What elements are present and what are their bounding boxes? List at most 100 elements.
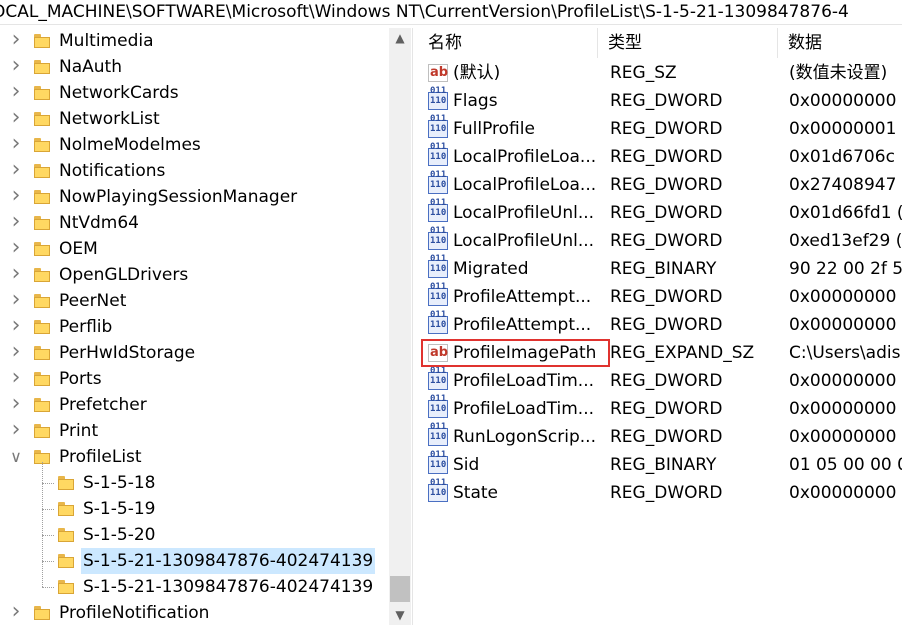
tree-key[interactable]: › Multimedia [0, 28, 388, 54]
chevron-right-icon[interactable]: › [8, 210, 24, 236]
chevron-right-icon[interactable]: › [8, 262, 24, 288]
value-row[interactable]: 011 110 Migrated REG_BINARY 90 22 00 2f 5 [418, 254, 902, 283]
value-data: 90 22 00 2f 5 [789, 259, 902, 279]
value-name: LocalProfileLoa... [453, 147, 597, 167]
value-row[interactable]: 011 110 ProfileLoadTim... REG_DWORD 0x00000… [418, 394, 902, 423]
chevron-right-icon[interactable]: › [8, 54, 24, 80]
tree-key-label: NaAuth [59, 57, 122, 77]
folder-icon [34, 268, 50, 282]
values-list: 名称 类型 数据 ab (默认) REG_SZ (数值未设置) 011 110 Flags… [418, 28, 902, 625]
value-name: ProfileAttempt... [453, 315, 592, 335]
folder-icon [34, 320, 50, 334]
chevron-right-icon[interactable]: › [8, 340, 24, 366]
tree-key[interactable]: › NaAuth [0, 54, 388, 80]
chevron-right-icon[interactable]: › [8, 418, 24, 444]
folder-icon [34, 164, 50, 178]
chevron-right-icon[interactable]: › [8, 600, 24, 625]
chevron-right-icon[interactable]: › [8, 106, 24, 132]
tree-subkey[interactable]: S-1-5-21-1309847876-402474139 [0, 574, 388, 600]
tree-key[interactable]: › Print [0, 418, 388, 444]
chevron-right-icon[interactable]: › [8, 184, 24, 210]
value-type: REG_DWORD [610, 203, 723, 223]
value-data: 0x00000000 [789, 315, 897, 335]
value-row[interactable]: 011 110 LocalProfileLoa... REG_DWORD 0x2740… [418, 170, 902, 199]
folder-icon [58, 502, 74, 516]
icon-glyph: 011 110 [430, 198, 447, 218]
tree-subkey[interactable]: S-1-5-18 [0, 470, 388, 496]
value-row[interactable]: 011 110 LocalProfileLoa... REG_DWORD 0x01d6… [418, 142, 902, 171]
chevron-right-icon[interactable]: › [8, 314, 24, 340]
pane-splitter[interactable] [412, 28, 417, 625]
column-header-name[interactable]: 名称 [418, 28, 598, 58]
tree-key[interactable]: › NowPlayingSessionManager [0, 184, 388, 210]
tree-key[interactable]: › PerHwIdStorage [0, 340, 388, 366]
value-row[interactable]: 011 110 ProfileLoadTim... REG_DWORD 0x00000… [418, 366, 902, 395]
tree-subkey[interactable]: S-1-5-20 [0, 522, 388, 548]
tree-key[interactable]: › NtVdm64 [0, 210, 388, 236]
tree-key[interactable]: › ProfileNotification [0, 600, 388, 625]
value-name: Flags [453, 91, 498, 111]
chevron-right-icon[interactable]: › [8, 158, 24, 184]
tree-key-label: S-1-5-19 [83, 499, 156, 519]
folder-icon [34, 112, 50, 126]
value-row[interactable]: ab (默认) REG_SZ (数值未设置) [418, 59, 902, 87]
value-row[interactable]: 011 110 ProfileAttempt... REG_DWORD 0x00000… [418, 310, 902, 339]
value-row[interactable]: 011 110 LocalProfileUnl... REG_DWORD 0x01d6… [418, 198, 902, 227]
chevron-right-icon[interactable]: › [8, 236, 24, 262]
scroll-thumb[interactable] [390, 576, 410, 602]
tree-key[interactable]: › NetworkCards [0, 80, 388, 106]
value-data: 0xed13ef29 ( [789, 231, 902, 251]
value-row[interactable]: 011 110 ProfileAttempt... REG_DWORD 0x00000… [418, 282, 902, 311]
chevron-right-icon[interactable]: › [8, 366, 24, 392]
chevron-right-icon[interactable]: › [8, 132, 24, 158]
address-bar[interactable]: OCAL_MACHINE\SOFTWARE\Microsoft\Windows … [0, 0, 902, 25]
folder-icon [34, 34, 50, 48]
scroll-up-icon[interactable]: ▲ [389, 28, 411, 48]
chevron-right-icon[interactable]: › [8, 28, 24, 54]
binary-value-icon: 011 110 [428, 450, 448, 474]
tree-key-label: ProfileList [59, 447, 142, 467]
value-row[interactable]: 011 110 LocalProfileUnl... REG_DWORD 0xed13… [418, 226, 902, 255]
binary-value-icon: 011 110 [428, 142, 448, 166]
value-row[interactable]: 011 110 Flags REG_DWORD 0x00000000 [418, 86, 902, 115]
column-header-type[interactable]: 类型 [598, 28, 778, 58]
tree-key[interactable]: › OEM [0, 236, 388, 262]
folder-icon [34, 294, 50, 308]
tree-key[interactable]: › NolmeModelmes [0, 132, 388, 158]
tree-key[interactable]: › Notifications [0, 158, 388, 184]
scroll-down-icon[interactable]: ▼ [389, 605, 411, 625]
value-row[interactable]: 011 110 FullProfile REG_DWORD 0x00000001 [418, 114, 902, 143]
binary-value-icon: 011 110 [428, 254, 448, 278]
tree-scrollbar[interactable]: ▲ ▼ [389, 28, 411, 625]
binary-value-icon: 011 110 [428, 86, 448, 110]
tree-subkey[interactable]: S-1-5-19 [0, 496, 388, 522]
column-header-data[interactable]: 数据 [778, 28, 902, 58]
icon-glyph: ab [430, 65, 449, 80]
value-name: Sid [453, 455, 480, 475]
value-row[interactable]: 011 110 State REG_DWORD 0x00000000 [418, 478, 902, 507]
tree-subkey[interactable]: S-1-5-21-1309847876-402474139 [0, 548, 388, 574]
tree-key[interactable]: › OpenGLDrivers [0, 262, 388, 288]
icon-glyph: 011 110 [430, 114, 447, 134]
tree-key[interactable]: › NetworkList [0, 106, 388, 132]
tree-key[interactable]: ∨ ProfileList [0, 444, 388, 470]
chevron-down-icon[interactable]: ∨ [8, 444, 24, 470]
icon-glyph: 011 110 [430, 478, 447, 498]
chevron-right-icon[interactable]: › [8, 288, 24, 314]
value-type: REG_DWORD [610, 399, 723, 419]
value-row[interactable]: 011 110 RunLogonScrip... REG_DWORD 0x000000… [418, 422, 902, 451]
icon-glyph: 011 110 [430, 86, 447, 106]
value-name: ProfileLoadTim... [453, 371, 594, 391]
value-row[interactable]: 011 110 Sid REG_BINARY 01 05 00 00 0 [418, 450, 902, 479]
tree-key[interactable]: › Prefetcher [0, 392, 388, 418]
tree-key[interactable]: › Ports [0, 366, 388, 392]
value-type: REG_DWORD [610, 483, 723, 503]
tree-key-label: S-1-5-21-1309847876-402474139 [81, 548, 376, 574]
binary-value-icon: 011 110 [428, 366, 448, 390]
folder-icon [34, 190, 50, 204]
folder-icon [58, 580, 74, 594]
tree-key[interactable]: › Perflib [0, 314, 388, 340]
chevron-right-icon[interactable]: › [8, 392, 24, 418]
chevron-right-icon[interactable]: › [8, 80, 24, 106]
tree-key[interactable]: › PeerNet [0, 288, 388, 314]
